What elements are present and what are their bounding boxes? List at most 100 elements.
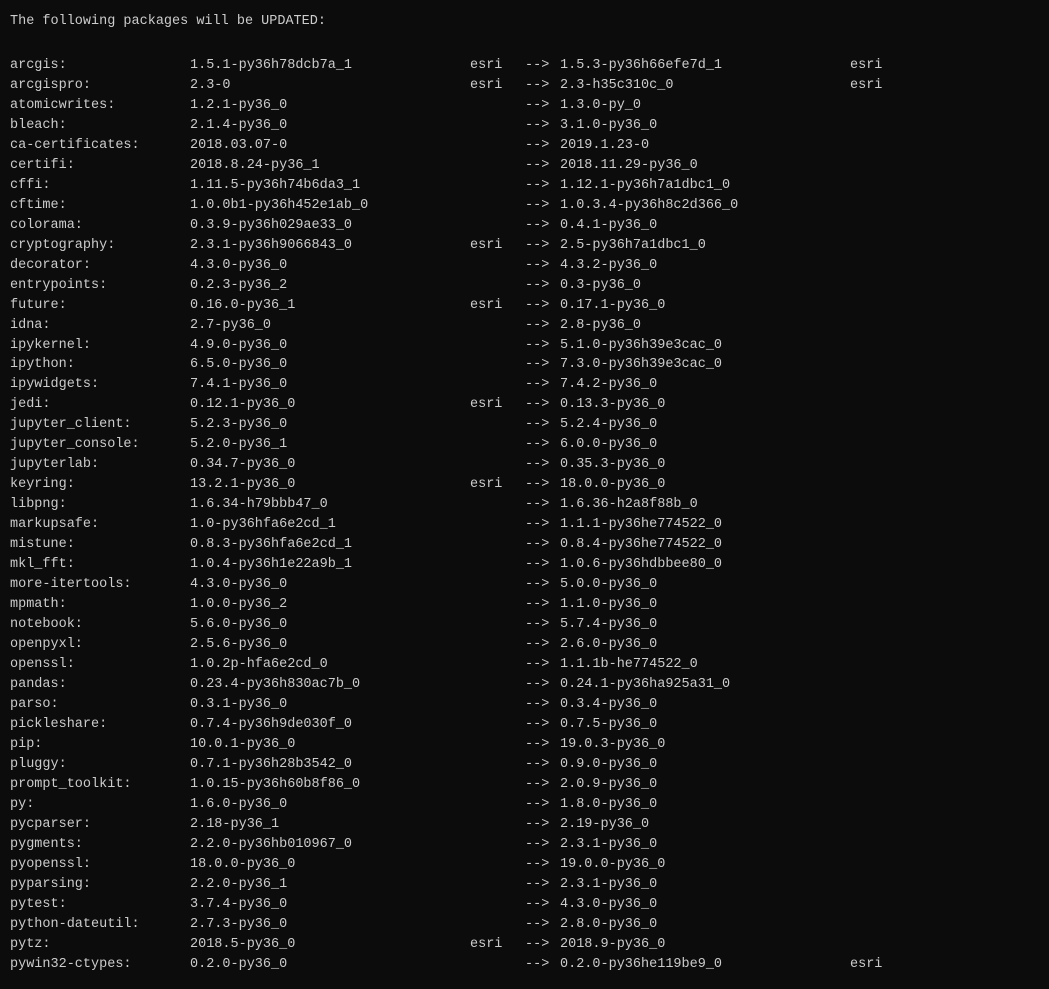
pkg-arrow: --> — [525, 775, 560, 795]
pkg-channel-from — [470, 895, 525, 915]
pkg-channel-from: esri — [470, 56, 525, 76]
table-row: pandas:0.23.4-py36h830ac7b_0-->0.24.1-py… — [10, 675, 1039, 695]
pkg-channel-to — [850, 735, 1039, 755]
pkg-channel-to — [850, 216, 1039, 236]
table-row: keyring:13.2.1-py36_0esri-->18.0.0-py36_… — [10, 475, 1039, 495]
table-row: pyparsing:2.2.0-py36_1-->2.3.1-py36_0 — [10, 875, 1039, 895]
pkg-channel-to — [850, 815, 1039, 835]
pkg-from-version: 5.6.0-py36_0 — [190, 615, 470, 635]
pkg-channel-to — [850, 455, 1039, 475]
pkg-arrow: --> — [525, 735, 560, 755]
pkg-channel-from — [470, 635, 525, 655]
pkg-channel-from: esri — [470, 76, 525, 96]
pkg-channel-to — [850, 895, 1039, 915]
table-row: ipython:6.5.0-py36_0-->7.3.0-py36h39e3ca… — [10, 355, 1039, 375]
pkg-from-version: 0.8.3-py36hfa6e2cd_1 — [190, 535, 470, 555]
pkg-channel-from — [470, 176, 525, 196]
pkg-to-version: 0.24.1-py36ha925a31_0 — [560, 675, 850, 695]
table-row: libpng:1.6.34-h79bbb47_0-->1.6.36-h2a8f8… — [10, 495, 1039, 515]
pkg-arrow: --> — [525, 136, 560, 156]
pkg-arrow: --> — [525, 515, 560, 535]
pkg-channel-from — [470, 136, 525, 156]
pkg-channel-to — [850, 316, 1039, 336]
pkg-to-version: 0.4.1-py36_0 — [560, 216, 850, 236]
pkg-from-version: 2.2.0-py36hb010967_0 — [190, 835, 470, 855]
pkg-channel-to — [850, 355, 1039, 375]
pkg-from-version: 18.0.0-py36_0 — [190, 855, 470, 875]
pkg-arrow: --> — [525, 316, 560, 336]
pkg-channel-from — [470, 815, 525, 835]
pkg-channel-to — [850, 296, 1039, 316]
pkg-arrow: --> — [525, 635, 560, 655]
pkg-name: pluggy: — [10, 755, 190, 775]
pkg-channel-from — [470, 515, 525, 535]
pkg-channel-to — [850, 156, 1039, 176]
pkg-to-version: 2.6.0-py36_0 — [560, 635, 850, 655]
pkg-from-version: 5.2.0-py36_1 — [190, 435, 470, 455]
pkg-name: idna: — [10, 316, 190, 336]
pkg-arrow: --> — [525, 855, 560, 875]
pkg-channel-to: esri — [850, 76, 1039, 96]
pkg-channel-from — [470, 655, 525, 675]
pkg-to-version: 2.3.1-py36_0 — [560, 835, 850, 855]
table-row: colorama:0.3.9-py36h029ae33_0-->0.4.1-py… — [10, 216, 1039, 236]
pkg-from-version: 1.0.0-py36_2 — [190, 595, 470, 615]
pkg-from-version: 2.3-0 — [190, 76, 470, 96]
table-row: python-dateutil:2.7.3-py36_0-->2.8.0-py3… — [10, 915, 1039, 935]
pkg-to-version: 5.1.0-py36h39e3cac_0 — [560, 336, 850, 356]
pkg-from-version: 1.6.34-h79bbb47_0 — [190, 495, 470, 515]
pkg-from-version: 4.9.0-py36_0 — [190, 336, 470, 356]
pkg-to-version: 1.0.3.4-py36h8c2d366_0 — [560, 196, 850, 216]
pkg-arrow: --> — [525, 835, 560, 855]
pkg-to-version: 0.17.1-py36_0 — [560, 296, 850, 316]
table-row: cftime:1.0.0b1-py36h452e1ab_0-->1.0.3.4-… — [10, 196, 1039, 216]
pkg-channel-from — [470, 276, 525, 296]
table-row: atomicwrites:1.2.1-py36_0-->1.3.0-py_0 — [10, 96, 1039, 116]
pkg-name: pip: — [10, 735, 190, 755]
pkg-arrow: --> — [525, 395, 560, 415]
pkg-name: ipywidgets: — [10, 375, 190, 395]
pkg-channel-from: esri — [470, 935, 525, 955]
pkg-channel-to — [850, 96, 1039, 116]
pkg-to-version: 1.5.3-py36h66efe7d_1 — [560, 56, 850, 76]
pkg-name: future: — [10, 296, 190, 316]
pkg-name: pandas: — [10, 675, 190, 695]
pkg-from-version: 1.6.0-py36_0 — [190, 795, 470, 815]
pkg-arrow: --> — [525, 76, 560, 96]
pkg-from-version: 0.12.1-py36_0 — [190, 395, 470, 415]
pkg-channel-from — [470, 375, 525, 395]
table-row: jupyter_console:5.2.0-py36_1-->6.0.0-py3… — [10, 435, 1039, 455]
pkg-channel-from — [470, 875, 525, 895]
pkg-from-version: 1.0.4-py36h1e22a9b_1 — [190, 555, 470, 575]
pkg-to-version: 1.12.1-py36h7a1dbc1_0 — [560, 176, 850, 196]
pkg-to-version: 0.9.0-py36_0 — [560, 755, 850, 775]
pkg-channel-from — [470, 495, 525, 515]
pkg-to-version: 7.3.0-py36h39e3cac_0 — [560, 355, 850, 375]
pkg-name: more-itertools: — [10, 575, 190, 595]
pkg-name: mistune: — [10, 535, 190, 555]
pkg-name: pycparser: — [10, 815, 190, 835]
pkg-channel-from — [470, 256, 525, 276]
pkg-channel-to: esri — [850, 56, 1039, 76]
pkg-channel-to — [850, 475, 1039, 495]
pkg-channel-to — [850, 835, 1039, 855]
pkg-channel-from — [470, 595, 525, 615]
pkg-arrow: --> — [525, 256, 560, 276]
pkg-channel-to — [850, 875, 1039, 895]
table-row: entrypoints:0.2.3-py36_2-->0.3-py36_0 — [10, 276, 1039, 296]
pkg-name: openssl: — [10, 655, 190, 675]
pkg-channel-to — [850, 695, 1039, 715]
table-row: pytest:3.7.4-py36_0-->4.3.0-py36_0 — [10, 895, 1039, 915]
pkg-to-version: 2018.11.29-py36_0 — [560, 156, 850, 176]
pkg-to-version: 2.0.9-py36_0 — [560, 775, 850, 795]
pkg-channel-from: esri — [470, 475, 525, 495]
pkg-name: libpng: — [10, 495, 190, 515]
pkg-name: cftime: — [10, 196, 190, 216]
pkg-to-version: 2.3-h35c310c_0 — [560, 76, 850, 96]
table-row: parso:0.3.1-py36_0-->0.3.4-py36_0 — [10, 695, 1039, 715]
pkg-to-version: 2.8-py36_0 — [560, 316, 850, 336]
pkg-channel-from — [470, 535, 525, 555]
pkg-arrow: --> — [525, 156, 560, 176]
pkg-from-version: 1.11.5-py36h74b6da3_1 — [190, 176, 470, 196]
pkg-to-version: 1.3.0-py_0 — [560, 96, 850, 116]
